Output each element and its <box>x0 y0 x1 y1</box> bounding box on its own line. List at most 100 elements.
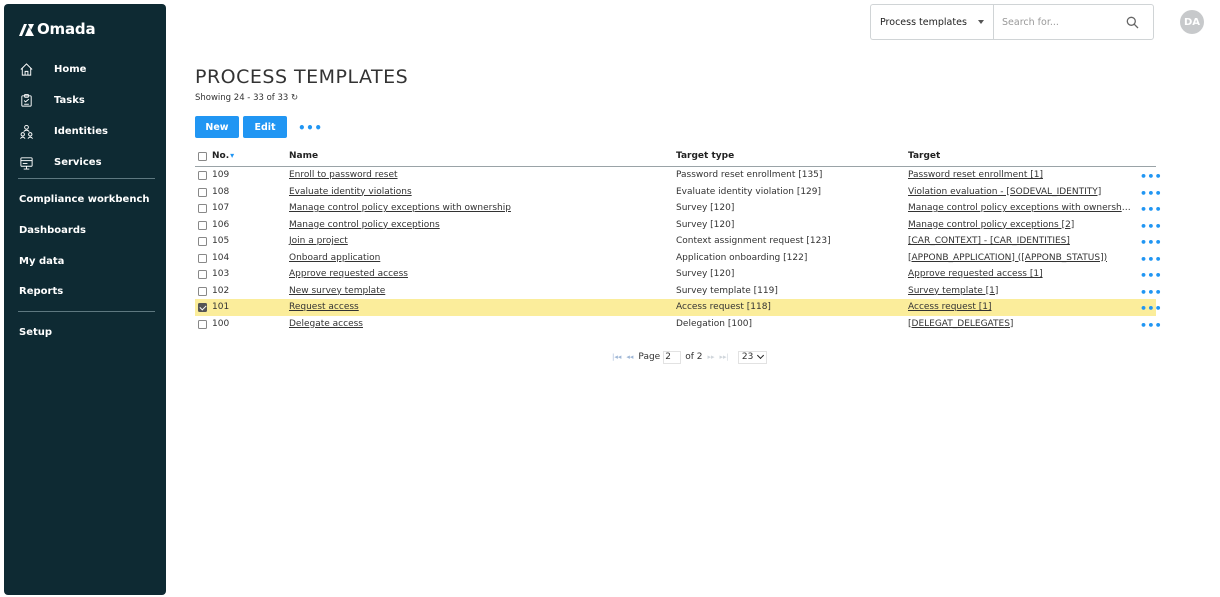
column-header-target-type[interactable]: Target type <box>676 151 734 161</box>
row-target-link[interactable]: [APPONB_APPLICATION] ([APPONB_STATUS]) <box>908 253 1107 263</box>
table-row[interactable]: 100 Delegate access Delegation [100] [DELEG… <box>195 316 1162 333</box>
refresh-icon[interactable]: ↻ <box>291 93 298 103</box>
previous-page-icon[interactable]: ◂◂ <box>626 353 633 361</box>
row-number: 102 <box>212 285 230 296</box>
row-more-actions-icon[interactable]: ••• <box>1140 204 1162 215</box>
row-target-link[interactable]: [DELEGAT_DELEGATES] <box>908 319 1013 329</box>
row-target-link[interactable]: Manage control policy exceptions with ow… <box>908 203 1132 213</box>
sidebar-item-setup[interactable]: Setup <box>4 320 166 344</box>
table-row[interactable]: 108 Evaluate identity violations Evaluate … <box>195 184 1162 201</box>
row-checkbox[interactable] <box>198 270 207 279</box>
row-target-link[interactable]: Survey template [1] <box>908 286 998 296</box>
column-header-target[interactable]: Target <box>908 151 940 161</box>
row-name-link[interactable]: Manage control policy exceptions <box>289 220 440 230</box>
search-icon[interactable] <box>1126 16 1139 29</box>
page-label: Page <box>638 352 661 362</box>
row-target-type: Password reset enrollment [135] <box>676 170 823 180</box>
last-page-icon[interactable]: ▸▸| <box>720 353 729 361</box>
row-target-link[interactable]: Approve requested access [1] <box>908 269 1043 279</box>
new-button[interactable]: New <box>195 116 239 138</box>
row-more-actions-icon[interactable]: ••• <box>1140 270 1162 281</box>
next-page-icon[interactable]: ▸▸ <box>707 353 714 361</box>
row-checkbox[interactable] <box>198 286 207 296</box>
row-checkbox[interactable] <box>198 187 207 197</box>
row-more-actions-icon[interactable]: ••• <box>1140 171 1162 182</box>
avatar[interactable]: DA <box>1180 10 1204 34</box>
showing-text: Showing 24 - 33 of 33 <box>195 93 289 103</box>
table-row[interactable]: 103 Approve requested access Survey [120] A… <box>195 266 1162 283</box>
search-scope-select[interactable]: Process templates <box>870 4 993 40</box>
row-checkbox[interactable] <box>198 303 207 312</box>
row-checkbox[interactable] <box>198 220 207 230</box>
sidebar-item-compliance-workbench[interactable]: Compliance workbench <box>4 187 166 211</box>
row-target-link[interactable]: Password reset enrollment [1] <box>908 170 1043 180</box>
row-number: 107 <box>212 203 230 213</box>
table-row[interactable]: 104 Onboard application Application onboar… <box>195 250 1162 267</box>
row-target-link[interactable]: Violation evaluation - [SODEVAL_IDENTITY… <box>908 187 1101 197</box>
pager: |◂◂ ◂◂ Page of 2 ▸▸ ▸▸| 23 <box>612 350 768 364</box>
row-name-link[interactable]: Delegate access <box>289 319 363 329</box>
row-target-type: Access request [118] <box>676 302 771 312</box>
table-row[interactable]: 109 Enroll to password reset Password rese… <box>195 167 1162 184</box>
sidebar-item-label: Tasks <box>54 94 85 106</box>
row-name-link[interactable]: Request access <box>289 302 359 312</box>
more-actions-icon[interactable]: ••• <box>298 122 323 134</box>
row-target-link[interactable]: Access request [1] <box>908 302 992 312</box>
row-target-type: Survey [120] <box>676 269 735 279</box>
sidebar-item-reports[interactable]: Reports <box>4 279 166 303</box>
column-header-no[interactable]: No.▾ <box>212 151 234 161</box>
caret-down-icon <box>978 20 984 24</box>
sidebar-item-identities[interactable]: Identities <box>4 119 166 143</box>
row-checkbox[interactable] <box>198 204 207 213</box>
row-name-link[interactable]: Manage control policy exceptions with ow… <box>289 203 511 213</box>
row-more-actions-icon[interactable]: ••• <box>1140 303 1162 314</box>
row-target-type: Application onboarding [122] <box>676 252 808 263</box>
row-more-actions-icon[interactable]: ••• <box>1140 320 1162 331</box>
row-name-link[interactable]: Join a project <box>289 236 348 246</box>
row-more-actions-icon[interactable]: ••• <box>1140 221 1162 232</box>
row-name-link[interactable]: Approve requested access <box>289 269 408 279</box>
row-name-link[interactable]: Onboard application <box>289 253 380 263</box>
row-target-type: Survey [120] <box>676 203 735 213</box>
row-target-type: Survey template [119] <box>676 285 778 296</box>
search-input[interactable] <box>1002 16 1122 28</box>
page-number-input[interactable] <box>663 350 682 364</box>
table-row[interactable]: 106 Manage control policy exceptions Surve… <box>195 217 1162 234</box>
row-checkbox[interactable] <box>198 171 207 180</box>
row-number: 103 <box>212 269 230 279</box>
edit-button[interactable]: Edit <box>243 116 287 138</box>
sidebar-item-dashboards[interactable]: Dashboards <box>4 218 166 242</box>
row-name-link[interactable]: Evaluate identity violations <box>289 187 412 197</box>
row-name-link[interactable]: Enroll to password reset <box>289 170 398 180</box>
table-row[interactable]: 107 Manage control policy exceptions with… <box>195 200 1162 217</box>
sidebar-item-services[interactable]: Services <box>4 150 166 174</box>
row-checkbox[interactable] <box>198 237 207 246</box>
table-row[interactable]: 101 Request access Access request [118] Acc… <box>195 299 1162 316</box>
table-row[interactable]: 102 New survey template Survey template [1… <box>195 283 1162 300</box>
row-target-link[interactable]: Manage control policy exceptions [2] <box>908 220 1074 230</box>
row-name-link[interactable]: New survey template <box>289 286 385 296</box>
column-header-name[interactable]: Name <box>289 151 318 161</box>
sidebar-item-tasks[interactable]: Tasks <box>4 88 166 112</box>
services-icon <box>18 154 34 170</box>
row-more-actions-icon[interactable]: ••• <box>1140 237 1162 248</box>
page-size-select[interactable]: 23 <box>737 350 768 364</box>
sidebar-item-home[interactable]: Home <box>4 57 166 81</box>
row-checkbox[interactable] <box>198 319 207 329</box>
table-row[interactable]: 105 Join a project Context assignment requ… <box>195 233 1162 250</box>
brand-logo[interactable]: Omada <box>18 18 96 40</box>
home-icon <box>18 61 34 77</box>
sidebar-item-my-data[interactable]: My data <box>4 249 166 273</box>
row-more-actions-icon[interactable]: ••• <box>1140 287 1162 298</box>
row-more-actions-icon[interactable]: ••• <box>1140 188 1162 199</box>
table-body: 109 Enroll to password reset Password rese… <box>195 167 1162 333</box>
row-target-link[interactable]: [CAR_CONTEXT] - [CAR_IDENTITIES] <box>908 236 1070 246</box>
row-more-actions-icon[interactable]: ••• <box>1140 254 1162 265</box>
select-all-checkbox[interactable] <box>198 152 207 161</box>
tasks-icon <box>18 92 34 108</box>
first-page-icon[interactable]: |◂◂ <box>612 353 621 361</box>
sidebar-item-label: Services <box>54 156 102 168</box>
page-title: PROCESS TEMPLATES <box>195 66 409 88</box>
row-checkbox[interactable] <box>198 253 207 263</box>
process-templates-table: No.▾ Name Target type Target 109 Enroll t… <box>195 148 1162 333</box>
